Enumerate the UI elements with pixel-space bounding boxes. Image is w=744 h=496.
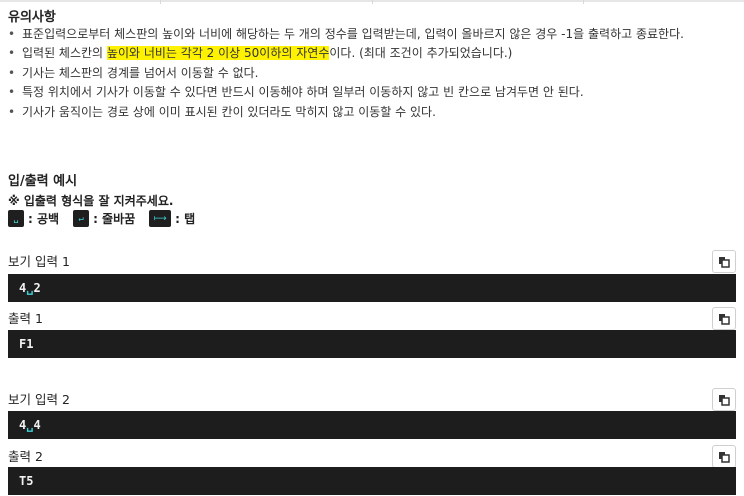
- space-legend-label: : 공백: [28, 212, 60, 226]
- copy-button[interactable]: [712, 445, 736, 468]
- example-input-code: 4␣2: [8, 274, 736, 302]
- copy-icon: [719, 313, 730, 325]
- copy-button[interactable]: [712, 388, 736, 411]
- note-item: 기사가 움직이는 경로 상에 이미 표시된 칸이 있더라도 막히지 않고 이동할…: [8, 103, 742, 123]
- note-item-highlighted: 입력된 체스칸의 높이와 너비는 각각 2 이상 50이하의 자연수이다. (최…: [8, 44, 742, 64]
- example-input-label: 보기 입력 1: [8, 254, 70, 269]
- newline-key-icon: ↵: [73, 210, 90, 227]
- copy-button[interactable]: [712, 250, 736, 273]
- copy-icon: [719, 256, 730, 268]
- top-divider: [0, 0, 744, 4]
- example-output-label: 출력 1: [8, 311, 43, 326]
- note-item: 특정 위치에서 기사가 이동할 수 있다면 반드시 이동해야 하며 일부러 이동…: [8, 83, 742, 103]
- format-legend: ␣ : 공백 ↵ : 줄바꿈 ⟼ : 탭: [8, 210, 209, 227]
- example-output-code: F1: [8, 330, 736, 358]
- example-output-label: 출력 2: [8, 449, 43, 464]
- copy-icon: [719, 451, 730, 463]
- note-item: 기사는 체스판의 경계를 넘어서 이동할 수 없다.: [8, 64, 742, 84]
- copy-icon: [719, 394, 730, 406]
- note-item: 표준입력으로부터 체스판의 높이와 너비에 해당하는 두 개의 정수를 입력받는…: [8, 25, 742, 45]
- format-notice: ※ 입출력 형식을 잘 지켜주세요.: [8, 194, 174, 208]
- example-input-code: 4␣4: [8, 411, 736, 439]
- notes-list: 표준입력으로부터 체스판의 높이와 너비에 해당하는 두 개의 정수를 입력받는…: [0, 25, 742, 122]
- io-heading: 입/출력 예시: [8, 174, 78, 189]
- copy-button[interactable]: [712, 307, 736, 330]
- tab-legend-label: : 탭: [175, 212, 196, 226]
- newline-legend-label: : 줄바꿈: [93, 212, 136, 226]
- space-key-icon: ␣: [8, 210, 24, 227]
- example-output-code: T5: [8, 467, 736, 495]
- example-input-label: 보기 입력 2: [8, 392, 70, 407]
- notes-heading: 유의사항: [8, 10, 56, 25]
- highlighted-condition: 높이와 너비는 각각 2 이상 50이하의 자연수: [106, 46, 330, 61]
- tab-key-icon: ⟼: [149, 210, 172, 227]
